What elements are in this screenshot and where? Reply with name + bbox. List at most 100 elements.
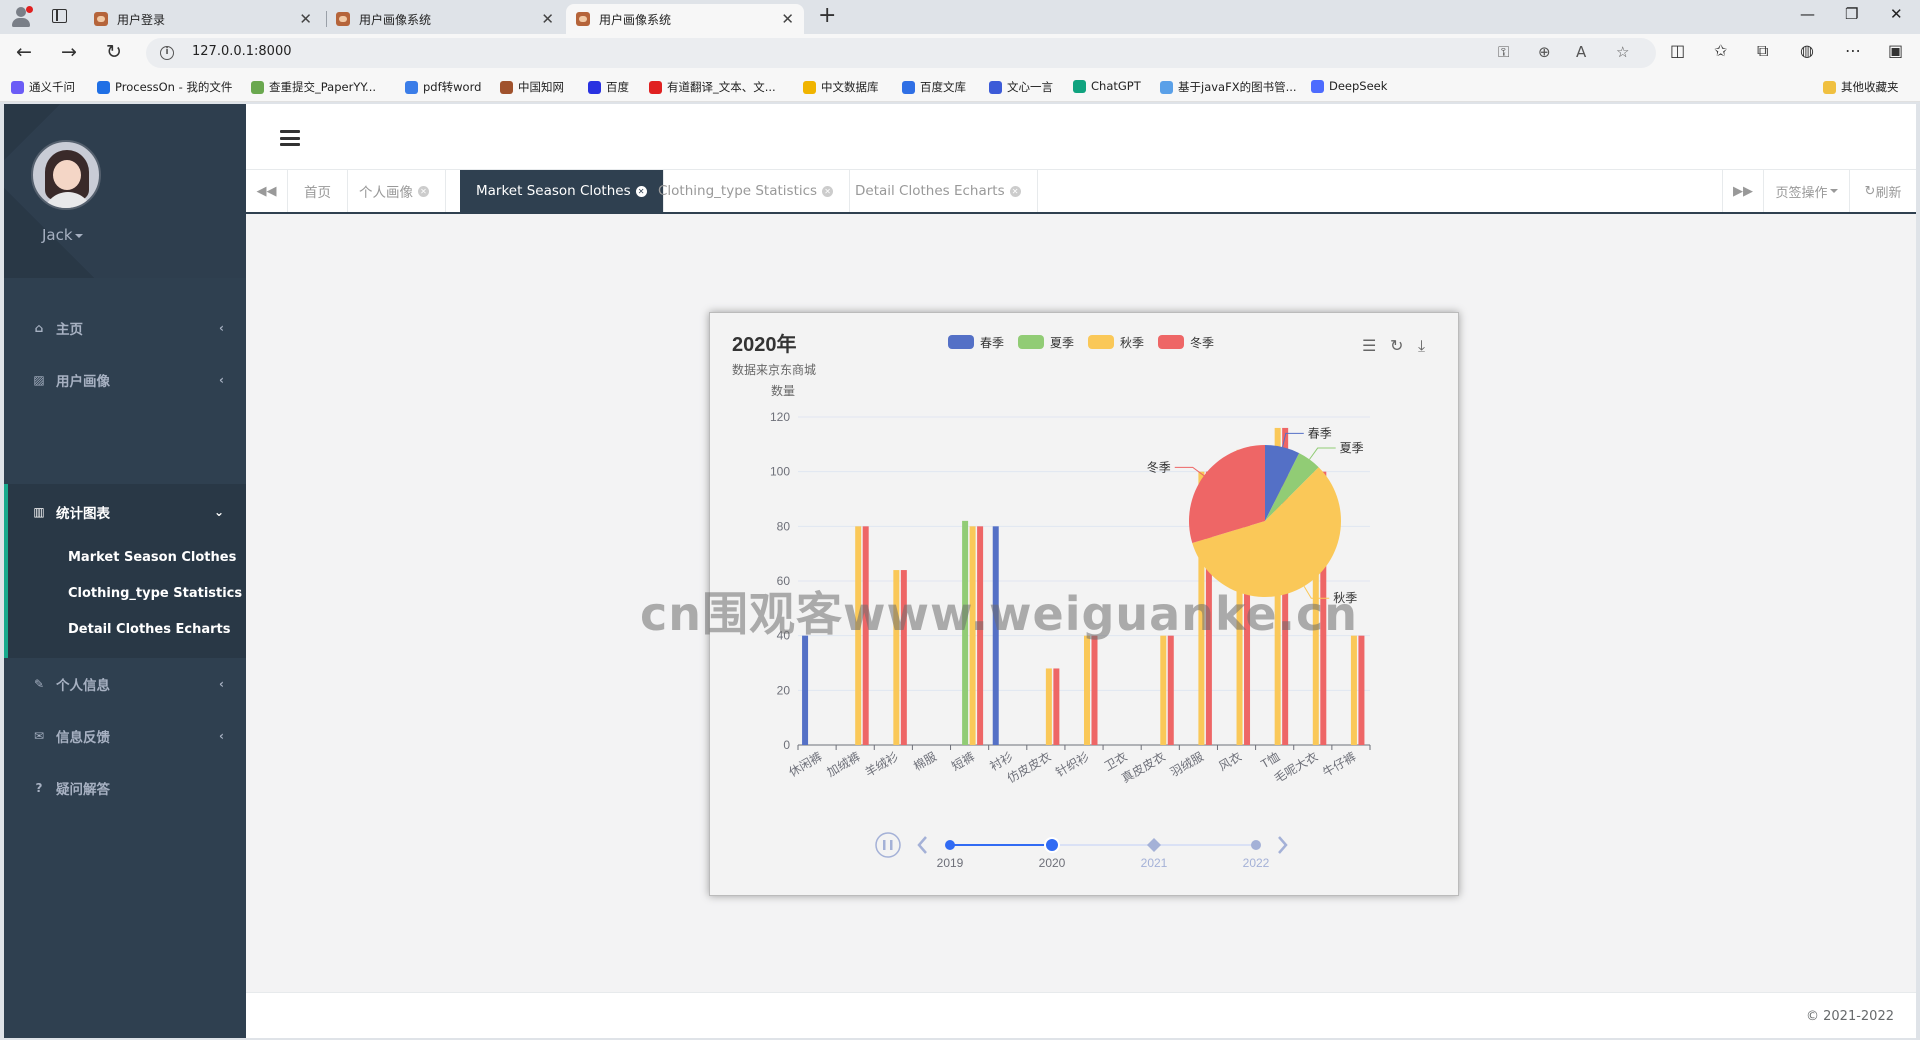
top-navbar [246, 104, 1916, 170]
refresh-tab-button[interactable]: ↻ 刷新 [1850, 170, 1916, 212]
legend-swatch [948, 335, 974, 349]
timeline-prev-icon[interactable] [917, 836, 927, 854]
reload-icon[interactable]: ↻ [106, 40, 122, 64]
favorite-star-icon[interactable]: ☆ [1616, 43, 1629, 61]
legend-label: 夏季 [1050, 336, 1074, 350]
browser-tab[interactable]: 用户登录 ✕ [84, 4, 322, 34]
bookmark-item[interactable]: 通义千问 [11, 79, 75, 95]
close-window-icon[interactable]: ✕ [1890, 5, 1903, 23]
restore-window-icon[interactable]: ❐ [1845, 5, 1858, 23]
bookmark-item[interactable]: 基于javaFX的图书管... [1160, 79, 1297, 95]
menu-toggle-icon[interactable] [280, 130, 300, 146]
sidebar-item-home[interactable]: ⌂ 主页 ‹ [4, 302, 246, 354]
chart-title: 2020年 [732, 332, 797, 356]
timeline-next-icon[interactable] [1278, 836, 1288, 854]
x-tick-label: 羽绒服 [1168, 749, 1206, 779]
bookmark-item[interactable]: 文心一言 [989, 79, 1053, 95]
key-icon[interactable]: ⚿ [1498, 43, 1509, 61]
close-icon[interactable]: ✕ [299, 10, 312, 28]
x-tick-label: 短裤 [949, 749, 977, 773]
chart-subtitle: 数据来京东商城 [732, 362, 816, 377]
close-tab-icon[interactable]: ✕ [822, 185, 834, 197]
url-text[interactable]: 127.0.0.1:8000 [192, 44, 292, 59]
bookmark-item[interactable]: 有道翻译_文本、文... [649, 79, 776, 95]
tab-home[interactable]: 首页 [288, 170, 348, 212]
other-bookmarks-folder[interactable]: 其他收藏夹 [1823, 79, 1899, 95]
profile-icon[interactable] [10, 6, 34, 28]
bookmark-item[interactable]: 中文数据库 [803, 79, 879, 95]
close-tab-icon[interactable]: ✕ [418, 185, 429, 197]
tab-personal-portrait[interactable]: 个人画像 ✕ [343, 170, 446, 212]
site-favicon-icon [94, 12, 108, 26]
tab-actions-icon[interactable] [52, 9, 67, 23]
user-menu[interactable]: Jack [42, 226, 83, 244]
zoom-icon[interactable]: ⊕ [1538, 43, 1551, 61]
forward-icon[interactable]: → [61, 40, 77, 64]
minimize-icon[interactable]: — [1800, 5, 1815, 23]
bookmark-label: 百度 [606, 80, 629, 94]
close-tab-icon[interactable]: ✕ [1009, 185, 1021, 197]
read-aloud-icon[interactable]: A [1576, 43, 1586, 61]
sidebar-subitem-detail-clothes[interactable]: Detail Clothes Echarts [8, 612, 246, 648]
extension-icon[interactable]: ◍ [1800, 41, 1814, 60]
split-screen-icon[interactable]: ◫ [1670, 41, 1685, 60]
timeline-play-button[interactable] [875, 832, 901, 858]
tab-market-season-clothes[interactable]: Market Season Clothes ✕ [460, 170, 664, 212]
bookmark-favicon-icon [588, 80, 601, 94]
timeline-node[interactable] [1251, 840, 1261, 850]
close-icon[interactable]: ✕ [781, 10, 794, 28]
timeline-node[interactable] [1147, 838, 1161, 852]
tab-operations-dropdown[interactable]: 页签操作 [1764, 170, 1850, 212]
bookmark-item[interactable]: 百度 [588, 79, 629, 95]
bookmark-item[interactable]: 中国知网 [500, 79, 564, 95]
browser-tab-strip: 用户登录 ✕ 用户画像系统 ✕ 用户画像系统 ✕ + — ❐ ✕ [0, 0, 1920, 34]
timeline-node[interactable] [945, 840, 955, 850]
bookmark-item[interactable]: DeepSeek [1311, 79, 1387, 93]
browser-tab-active[interactable]: 用户画像系统 ✕ [566, 4, 804, 34]
username-label: Jack [42, 226, 73, 244]
sidebar-toggle-icon[interactable]: ▣ [1888, 41, 1903, 60]
page-tabs-bar: ◀◀ 首页 个人画像 ✕ Market Season Clothes ✕ Cloth… [246, 170, 1916, 214]
sidebar-subitem-market-season[interactable]: Market Season Clothes [8, 540, 246, 576]
sidebar-item-feedback[interactable]: ✉ 信息反馈 ‹ [4, 710, 246, 762]
new-tab-button[interactable]: + [818, 3, 836, 29]
tab-clothing-type-statistics[interactable]: Clothing_type Statistics ✕ [642, 170, 851, 212]
bookmark-label: ProcessOn - 我的文件 [115, 80, 233, 94]
bookmark-item[interactable]: pdf转word [405, 79, 481, 95]
tab-detail-clothes-echarts[interactable]: Detail Clothes Echarts ✕ [839, 170, 1038, 212]
data-view-icon[interactable]: ☰ [1362, 338, 1376, 355]
scroll-tabs-left-button[interactable]: ◀◀ [246, 170, 288, 212]
sidebar-item-personal-info[interactable]: ✎ 个人信息 ‹ [4, 658, 246, 710]
sidebar-item-faq[interactable]: ? 疑问解答 [4, 762, 246, 814]
favorites-icon[interactable]: ✩ [1714, 41, 1727, 60]
sidebar-item-charts[interactable]: ▥ 统计图表 ⌄ [4, 484, 246, 540]
chevron-left-icon: ‹ [219, 677, 224, 691]
bookmark-favicon-icon [405, 80, 418, 94]
legend-swatch [1158, 335, 1184, 349]
browser-tab[interactable]: 用户画像系统 ✕ [326, 4, 564, 34]
restore-icon[interactable]: ↻ [1390, 338, 1403, 355]
timeline-node-current[interactable] [1044, 837, 1060, 853]
sidebar-item-user-portrait[interactable]: ▨ 用户画像 ‹ [4, 354, 246, 406]
bookmark-item[interactable]: 百度文库 [902, 79, 966, 95]
back-icon[interactable]: ← [16, 40, 32, 64]
x-tick-label: 毛呢大衣 [1271, 749, 1320, 786]
y-tick-label: 120 [770, 410, 790, 424]
save-image-icon[interactable]: ⤓ [1418, 338, 1425, 355]
bookmark-favicon-icon [1311, 79, 1324, 93]
address-bar[interactable]: i 127.0.0.1:8000 ⚿ ⊕ A ☆ [146, 38, 1656, 68]
bookmark-item[interactable]: ChatGPT [1073, 79, 1141, 93]
app-root: Jack ⌂ 主页 ‹ ▨ 用户画像 ‹ ▥ 统计图表 ⌄ Market Sea… [4, 104, 1916, 1038]
bookmark-label: 百度文库 [920, 80, 966, 94]
bookmark-item[interactable]: ProcessOn - 我的文件 [97, 79, 232, 95]
scroll-tabs-right-button[interactable]: ▶▶ [1722, 170, 1764, 212]
more-menu-icon[interactable]: ⋯ [1845, 41, 1861, 60]
question-icon: ? [35, 781, 43, 795]
bookmark-label: 其他收藏夹 [1841, 80, 1899, 94]
close-icon[interactable]: ✕ [541, 10, 554, 28]
bookmark-item[interactable]: 查重提交_PaperYY... [251, 79, 376, 95]
collections-icon[interactable]: ⧉ [1757, 41, 1768, 61]
legend-swatch [1018, 335, 1044, 349]
sidebar-subitem-clothing-type[interactable]: Clothing_type Statistics [8, 576, 246, 612]
site-info-icon[interactable]: i [160, 46, 174, 60]
